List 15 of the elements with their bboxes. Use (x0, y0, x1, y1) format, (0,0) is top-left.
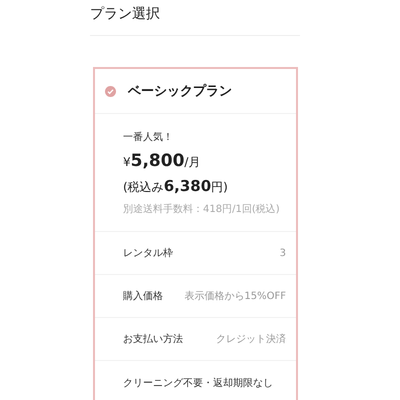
price: ¥5,800/月 (123, 151, 202, 171)
tagline: 一番人気！ (123, 130, 174, 144)
tax-price: (税込み6,380円) (123, 177, 229, 196)
row-label: レンタル枠 (123, 246, 173, 260)
row-label: お支払い方法 (123, 332, 183, 346)
row-value: 表示価格から15%OFF (184, 290, 286, 303)
feature-text: クリーニング不要・返却期限なし (123, 376, 273, 390)
row-value: クレジット決済 (216, 332, 286, 346)
check-icon (105, 86, 116, 96)
shipping-note: 別途送料手数料：418円/1回(税込) (123, 202, 281, 216)
row-value: 3 (280, 248, 286, 258)
row-label: 購入価格 (123, 290, 163, 303)
plan-name: ベーシックプラン (128, 82, 232, 100)
plan-card[interactable]: ベーシックプラン 一番人気！ ¥5,800/月 (税込み6,380円) 別途送料手数料：418円/1回(税込) レンタル枠 3 購入価格 表示価格から15%OFF お支払い方法 クレジット決済 クリーニング不要・返却期限なし (93, 67, 298, 400)
page-title: プラン選択 (90, 0, 300, 36)
